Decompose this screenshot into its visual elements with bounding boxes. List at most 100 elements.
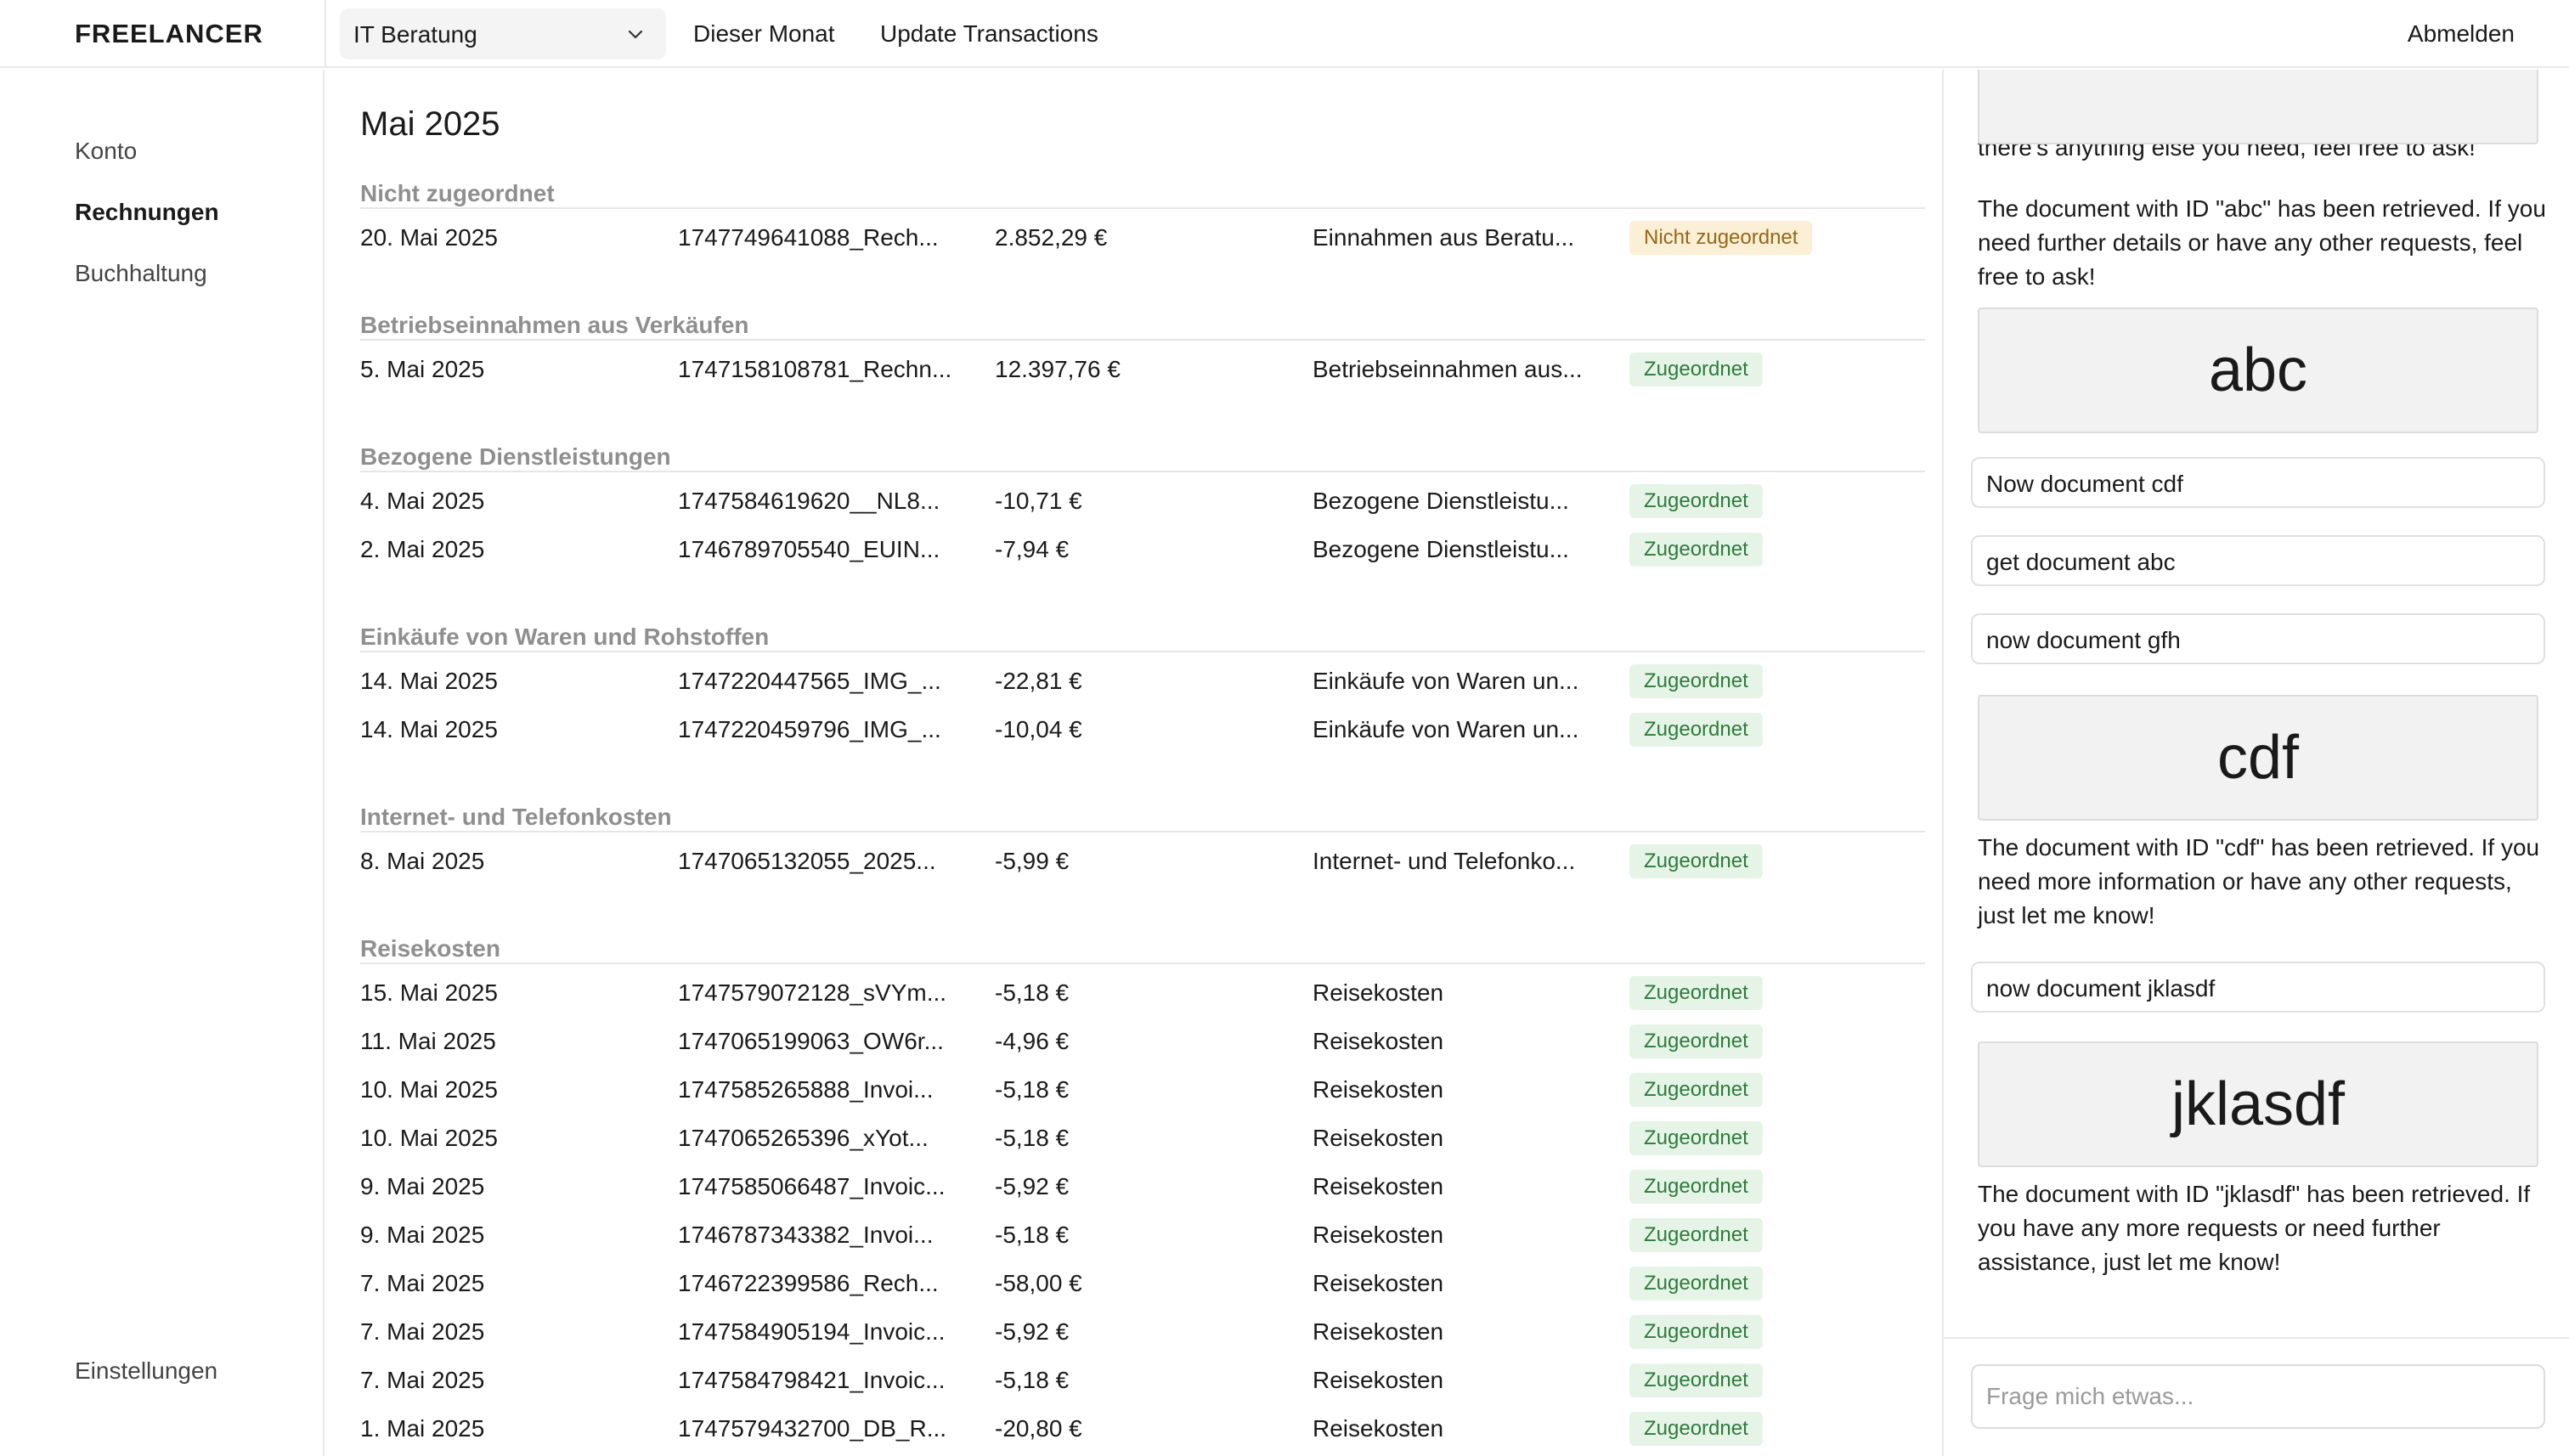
transaction-date: 7. Mai 2025 — [360, 1367, 485, 1393]
chat-input[interactable] — [1971, 1364, 2545, 1429]
status-badge: Zugeordnet — [1629, 1315, 1763, 1349]
transaction-category: Betriebseinnahmen aus... — [1313, 356, 1583, 382]
transaction-file: 1747585265888_Invoi... — [678, 1076, 934, 1103]
user-message: Now document cdf — [1971, 457, 2545, 508]
transaction-amount: -7,94 € — [995, 536, 1070, 562]
transaction-row[interactable]: 4. Mai 2025 1747584619620__NL8... -10,71 €… — [360, 481, 1925, 523]
transaction-row[interactable]: 9. Mai 2025 1747585066487_Invoic... -5,92 … — [360, 1166, 1925, 1209]
sidebar-item-konto[interactable]: Konto — [75, 138, 137, 165]
group-header: Bezogene Dienstleistungen — [360, 443, 1925, 472]
document-card[interactable]: cdf — [1978, 695, 2538, 821]
transaction-amount: -22,81 € — [995, 668, 1082, 694]
transaction-category: Reisekosten — [1313, 1270, 1444, 1296]
status-badge: Zugeordnet — [1629, 1218, 1763, 1252]
document-card[interactable]: jklasdf — [1978, 1041, 2538, 1167]
nav-this-month[interactable]: Dieser Monat — [693, 20, 835, 48]
company-select[interactable]: IT Beratung — [340, 8, 666, 59]
transaction-date: 14. Mai 2025 — [360, 668, 498, 694]
transaction-row[interactable]: 10. Mai 2025 1747065265396_xYot... -5,18 €… — [360, 1118, 1925, 1160]
transaction-category: Einkäufe von Waren un... — [1313, 716, 1579, 742]
assistant-message: The document with ID "abc" has been retr… — [1978, 195, 2546, 290]
brand-divider — [325, 0, 326, 68]
transaction-file: 1746789705540_EUIN... — [678, 536, 940, 562]
transaction-amount: -5,92 € — [995, 1318, 1070, 1345]
transaction-date: 2. Mai 2025 — [360, 536, 485, 562]
status-badge: Zugeordnet — [1629, 844, 1763, 878]
transaction-file: 1747579072128_sVYm... — [678, 979, 947, 1006]
transaction-file: 1746722399586_Rech... — [678, 1270, 939, 1296]
transaction-row[interactable]: 8. Mai 2025 1747065132055_2025... -5,99 € I… — [360, 841, 1925, 883]
transaction-date: 10. Mai 2025 — [360, 1125, 498, 1151]
status-badge: Zugeordnet — [1629, 484, 1763, 518]
sidebar-item-einstellungen[interactable]: Einstellungen — [75, 1357, 217, 1385]
sidebar-item-buchhaltung[interactable]: Buchhaltung — [75, 260, 207, 287]
status-badge: Zugeordnet — [1629, 353, 1763, 387]
transaction-date: 10. Mai 2025 — [360, 1076, 498, 1103]
status-badge: Zugeordnet — [1629, 1412, 1763, 1446]
transaction-category: Reisekosten — [1313, 1028, 1444, 1054]
transaction-row[interactable]: 7. Mai 2025 1747584905194_Invoic... -5,92 … — [360, 1312, 1925, 1354]
transaction-file: 1747584798421_Invoic... — [678, 1367, 946, 1393]
transaction-file: 1747584619620__NL8... — [678, 488, 940, 514]
transaction-amount: -10,71 € — [995, 488, 1082, 514]
transaction-amount: -5,18 € — [995, 979, 1070, 1006]
transaction-row[interactable]: 20. Mai 2025 1747749641088_Rech... 2.852,2… — [360, 217, 1925, 260]
company-select-value: IT Beratung — [353, 21, 477, 48]
chat-footer-divider — [1944, 1337, 2569, 1339]
brand-logo[interactable]: FREELANCER — [75, 19, 263, 49]
transaction-date: 14. Mai 2025 — [360, 716, 498, 742]
transaction-file: 1747158108781_Rechn... — [678, 356, 952, 382]
transaction-date: 5. Mai 2025 — [360, 356, 485, 382]
transaction-date: 15. Mai 2025 — [360, 979, 498, 1006]
transaction-row[interactable]: 11. Mai 2025 1747065199063_OW6r... -4,96 €… — [360, 1021, 1925, 1064]
transaction-row[interactable]: 7. Mai 2025 1747584798421_Invoic... -5,18 … — [360, 1360, 1925, 1402]
transaction-row[interactable]: 10. Mai 2025 1747585265888_Invoi... -5,18 … — [360, 1069, 1925, 1112]
transaction-date: 9. Mai 2025 — [360, 1222, 485, 1248]
user-message: get document abc — [1971, 535, 2545, 586]
transaction-row[interactable]: 1. Mai 2025 1747579432700_DB_R... -20,80 €… — [360, 1408, 1925, 1451]
transaction-row[interactable]: 2. Mai 2025 1746789705540_EUIN... -7,94 € B… — [360, 529, 1925, 572]
transaction-file: 1747585066487_Invoic... — [678, 1173, 946, 1199]
status-badge: Zugeordnet — [1629, 1024, 1763, 1058]
transaction-file: 1747749641088_Rech... — [678, 224, 939, 251]
transaction-row[interactable]: 15. Mai 2025 1747579072128_sVYm... -5,18 €… — [360, 973, 1925, 1015]
transaction-category: Reisekosten — [1313, 1318, 1444, 1345]
top-bar: FREELANCER IT Beratung Dieser Monat Upda… — [0, 0, 2569, 68]
transaction-amount: -5,18 € — [995, 1222, 1070, 1248]
transaction-category: Reisekosten — [1313, 1125, 1444, 1151]
sidebar-item-rechnungen[interactable]: Rechnungen — [75, 199, 219, 226]
document-card[interactable]: abc — [1978, 308, 2538, 433]
assistant-message: The document with ID "cdf" has been retr… — [1978, 834, 2540, 928]
month-title: Mai 2025 — [360, 105, 500, 143]
transaction-date: 7. Mai 2025 — [360, 1318, 485, 1345]
transaction-category: Reisekosten — [1313, 1415, 1444, 1442]
transaction-file: 1747584905194_Invoic... — [678, 1318, 946, 1345]
transaction-amount: -5,99 € — [995, 848, 1070, 874]
transaction-file: 1746787343382_Invoi... — [678, 1222, 934, 1248]
transactions-main: Mai 2025 Nicht zugeordnet 20. Mai 2025 174… — [326, 70, 1942, 1456]
transaction-category: Reisekosten — [1313, 979, 1444, 1006]
transaction-amount: -5,18 € — [995, 1367, 1070, 1393]
transaction-date: 9. Mai 2025 — [360, 1173, 485, 1199]
nav-update-transactions[interactable]: Update Transactions — [880, 20, 1098, 48]
transaction-amount: -20,80 € — [995, 1415, 1082, 1442]
transaction-file: 1747065265396_xYot... — [678, 1125, 929, 1151]
transaction-amount: -5,18 € — [995, 1125, 1070, 1151]
transaction-date: 8. Mai 2025 — [360, 848, 485, 874]
transaction-amount: -10,04 € — [995, 716, 1082, 742]
transaction-category: Reisekosten — [1313, 1222, 1444, 1248]
group-header: Nicht zugeordnet — [360, 180, 1925, 209]
transaction-amount: -4,96 € — [995, 1028, 1070, 1054]
transaction-category: Internet- und Telefonko... — [1313, 848, 1576, 874]
transaction-date: 11. Mai 2025 — [360, 1028, 496, 1054]
transaction-row[interactable]: 14. Mai 2025 1747220459796_IMG_... -10,04 … — [360, 709, 1925, 752]
transaction-row[interactable]: 5. Mai 2025 1747158108781_Rechn... 12.397,… — [360, 349, 1925, 392]
status-badge: Zugeordnet — [1629, 533, 1763, 567]
document-card[interactable] — [1978, 70, 2538, 144]
transaction-row[interactable]: 14. Mai 2025 1747220447565_IMG_... -22,81 … — [360, 661, 1925, 703]
logout-button[interactable]: Abmelden — [2408, 20, 2515, 48]
transaction-row[interactable]: 7. Mai 2025 1746722399586_Rech... -58,00 €… — [360, 1263, 1925, 1306]
transaction-date: 20. Mai 2025 — [360, 224, 498, 251]
transaction-row[interactable]: 9. Mai 2025 1746787343382_Invoi... -5,18 €… — [360, 1215, 1925, 1257]
status-badge: Zugeordnet — [1629, 664, 1763, 698]
